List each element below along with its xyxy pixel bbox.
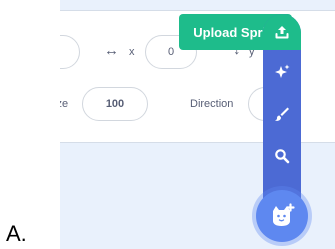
upload-icon [275, 26, 289, 39]
upload-sprite-button[interactable] [263, 14, 301, 50]
paintbrush-icon [275, 107, 289, 121]
choose-sprite-button[interactable] [263, 138, 301, 174]
sprite-panel: ↔ x 0 ↕ y ize 100 Direction Upload Sprit… [60, 0, 335, 249]
paint-sprite-button[interactable] [263, 96, 301, 132]
size-label: ize [60, 98, 69, 110]
sprite-name-field[interactable] [60, 35, 80, 69]
size-field[interactable]: 100 [82, 87, 148, 121]
x-label: x [129, 46, 135, 58]
surprise-sprite-button[interactable] [263, 54, 301, 90]
x-arrows-icon: ↔ [104, 42, 119, 59]
panel-top-strip [60, 0, 335, 11]
direction-label: Direction [190, 98, 234, 110]
cat-add-icon [273, 203, 295, 226]
sparkle-icon [275, 64, 290, 78]
search-icon [275, 149, 290, 164]
option-label: A. [6, 221, 27, 246]
add-sprite-button[interactable] [256, 190, 308, 242]
